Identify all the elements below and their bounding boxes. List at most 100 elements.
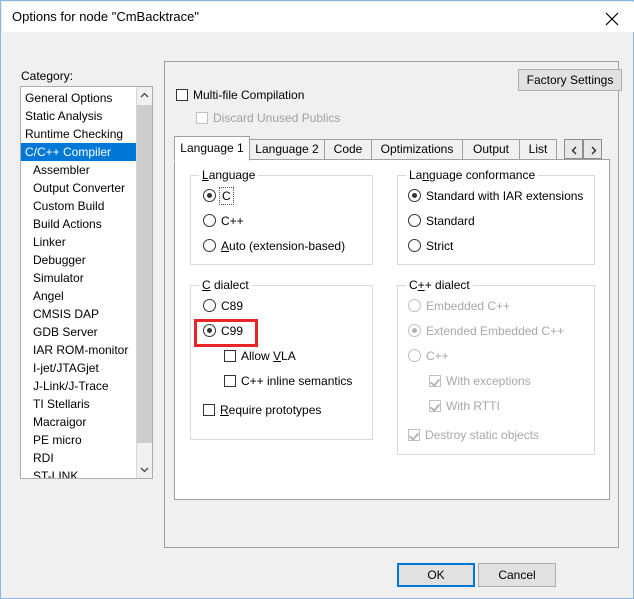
- radio-glyph: [408, 239, 421, 252]
- checkbox-glyph: [224, 375, 236, 387]
- tab-language-2[interactable]: Language 2: [249, 139, 325, 160]
- close-glyph: [605, 12, 619, 26]
- close-icon[interactable]: [590, 2, 634, 32]
- checkbox-destroy-static-objects: Destroy static objects: [408, 428, 539, 442]
- checkbox-glyph: [176, 89, 188, 101]
- sidebar-item-cmsis-dap[interactable]: CMSIS DAP: [21, 305, 136, 323]
- radio-strict[interactable]: Strict: [408, 239, 453, 253]
- category-list: General OptionsStatic AnalysisRuntime Ch…: [21, 89, 136, 479]
- chevron-up-glyph: [140, 92, 149, 99]
- checkbox-require-prototypes-label: Require prototypes: [220, 403, 321, 417]
- sidebar-item-static-analysis[interactable]: Static Analysis: [21, 107, 136, 125]
- radio-language-cpp-label: C++: [221, 214, 244, 228]
- category-listbox[interactable]: General OptionsStatic AnalysisRuntime Ch…: [20, 86, 153, 479]
- checkbox-with-rtti: With RTTI: [429, 399, 500, 413]
- tab-optimizations[interactable]: Optimizations: [371, 139, 463, 160]
- checkbox-cpp-inline-semantics[interactable]: C++ inline semantics: [224, 374, 352, 388]
- radio-glyph: [408, 324, 421, 337]
- checkbox-glyph: [429, 400, 441, 412]
- radio-standard-iar-extensions-label: Standard with IAR extensions: [426, 189, 583, 203]
- radio-language-cpp[interactable]: C++: [203, 214, 244, 228]
- cancel-button[interactable]: Cancel: [478, 563, 556, 587]
- multi-file-compilation-label: Multi-file Compilation: [193, 88, 304, 102]
- tab-code[interactable]: Code: [324, 139, 372, 160]
- radio-standard[interactable]: Standard: [408, 214, 475, 228]
- sidebar-item-iar-rom-monitor[interactable]: IAR ROM-monitor: [21, 341, 136, 359]
- sidebar-item-angel[interactable]: Angel: [21, 287, 136, 305]
- radio-glyph: [408, 214, 421, 227]
- radio-standard-iar-extensions[interactable]: Standard with IAR extensions: [408, 189, 583, 203]
- radio-strict-label: Strict: [426, 239, 453, 253]
- sidebar-item-c-c-compiler[interactable]: C/C++ Compiler: [21, 143, 138, 161]
- radio-cpp: C++: [408, 349, 449, 363]
- language-conformance-group-title: Language conformance: [406, 168, 538, 182]
- radio-language-c-label: C: [221, 189, 232, 203]
- tab-list[interactable]: List: [519, 139, 557, 160]
- radio-language-auto-label: Auto (extension-based): [221, 239, 345, 253]
- sidebar-item-runtime-checking[interactable]: Runtime Checking: [21, 125, 136, 143]
- language-group: Language C C++ Auto (extension-based): [190, 175, 373, 265]
- c-dialect-group-title: C dialect: [199, 278, 252, 292]
- discard-unused-publics-label: Discard Unused Publics: [213, 111, 340, 125]
- scroll-down-icon[interactable]: [137, 461, 152, 478]
- sidebar-item-macraigor[interactable]: Macraigor: [21, 413, 136, 431]
- radio-cpp-label: C++: [426, 349, 449, 363]
- tab-scroll-left-icon[interactable]: [564, 139, 583, 159]
- scroll-up-icon[interactable]: [137, 87, 152, 104]
- checkbox-allow-vla[interactable]: Allow VLA: [224, 349, 296, 363]
- radio-embedded-cpp: Embedded C++: [408, 299, 510, 313]
- title-bar: Options for node "CmBacktrace": [2, 2, 634, 32]
- chevron-left-glyph: [571, 146, 578, 155]
- scrollbar-thumb[interactable]: [137, 105, 152, 443]
- multi-file-compilation-checkbox[interactable]: Multi-file Compilation: [176, 88, 304, 102]
- tab-scroll-right-icon[interactable]: [583, 139, 602, 159]
- category-scrollbar[interactable]: [136, 87, 152, 478]
- radio-language-auto[interactable]: Auto (extension-based): [203, 239, 345, 253]
- language1-tab-page: Language C C++ Auto (extension-based) La…: [174, 159, 610, 500]
- checkbox-with-exceptions: With exceptions: [429, 374, 531, 388]
- radio-embedded-cpp-label: Embedded C++: [426, 299, 510, 313]
- sidebar-item-general-options[interactable]: General Options: [21, 89, 136, 107]
- radio-standard-label: Standard: [426, 214, 475, 228]
- category-label: Category:: [21, 69, 73, 83]
- sidebar-item-st-link[interactable]: ST-LINK: [21, 467, 136, 479]
- radio-glyph: [203, 299, 216, 312]
- sidebar-item-ti-stellaris[interactable]: TI Stellaris: [21, 395, 136, 413]
- sidebar-item-i-jet-jtagjet[interactable]: I-jet/JTAGjet: [21, 359, 136, 377]
- radio-glyph: [408, 349, 421, 362]
- checkbox-with-exceptions-label: With exceptions: [446, 374, 531, 388]
- cpp-dialect-group: C++ dialect Embedded C++ Extended Embedd…: [397, 285, 595, 455]
- sidebar-item-gdb-server[interactable]: GDB Server: [21, 323, 136, 341]
- sidebar-item-pe-micro[interactable]: PE micro: [21, 431, 136, 449]
- options-dialog: Options for node "CmBacktrace" Category:…: [0, 0, 634, 599]
- checkbox-require-prototypes[interactable]: Require prototypes: [203, 403, 321, 417]
- ok-button[interactable]: OK: [397, 563, 475, 587]
- sidebar-item-custom-build[interactable]: Custom Build: [21, 197, 136, 215]
- radio-c99-label: C99: [221, 324, 243, 338]
- tab-output[interactable]: Output: [462, 139, 520, 160]
- sidebar-item-assembler[interactable]: Assembler: [21, 161, 136, 179]
- sidebar-item-simulator[interactable]: Simulator: [21, 269, 136, 287]
- sidebar-item-output-converter[interactable]: Output Converter: [21, 179, 136, 197]
- cpp-dialect-group-title: C++ dialect: [406, 278, 473, 292]
- checkbox-destroy-static-objects-label: Destroy static objects: [425, 428, 539, 442]
- checkbox-glyph: [196, 112, 208, 124]
- sidebar-item-linker[interactable]: Linker: [21, 233, 136, 251]
- checkbox-glyph: [429, 375, 441, 387]
- sidebar-item-j-link-j-trace[interactable]: J-Link/J-Trace: [21, 377, 136, 395]
- compiler-options-panel: Factory Settings Multi-file Compilation …: [164, 61, 619, 548]
- discard-unused-publics-checkbox: Discard Unused Publics: [196, 111, 340, 125]
- tab-language-1[interactable]: Language 1: [174, 136, 250, 161]
- sidebar-item-debugger[interactable]: Debugger: [21, 251, 136, 269]
- sidebar-item-build-actions[interactable]: Build Actions: [21, 215, 136, 233]
- factory-settings-button[interactable]: Factory Settings: [518, 69, 622, 91]
- chevron-down-glyph: [140, 466, 149, 473]
- radio-language-c[interactable]: C: [203, 189, 232, 203]
- radio-c89[interactable]: C89: [203, 299, 243, 313]
- sidebar-item-rdi[interactable]: RDI: [21, 449, 136, 467]
- language-conformance-group: Language conformance Standard with IAR e…: [397, 175, 595, 265]
- radio-glyph: [408, 299, 421, 312]
- radio-c99[interactable]: C99: [203, 324, 243, 338]
- radio-glyph: [203, 324, 216, 337]
- checkbox-glyph: [203, 404, 215, 416]
